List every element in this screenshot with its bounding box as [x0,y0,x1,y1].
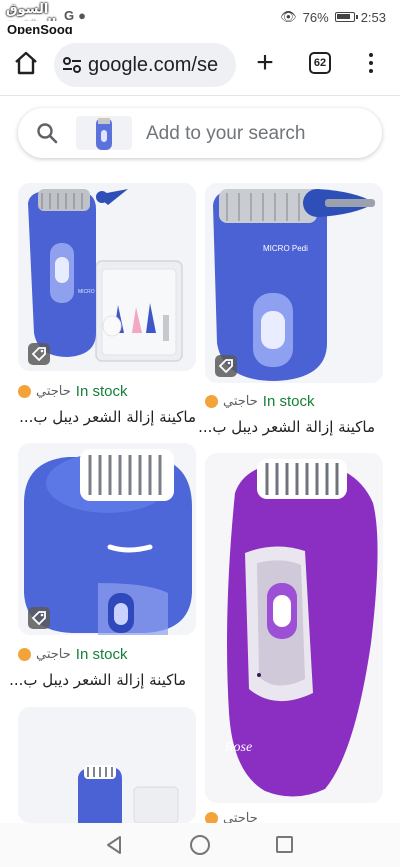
product-image-2[interactable]: MICRO Pedi [205,183,383,383]
svg-text:MICRO: MICRO [78,289,95,295]
merchant-icon [18,385,31,398]
url-text[interactable]: google.com/se [88,54,218,77]
battery-icon [334,12,358,22]
tab-switcher-button[interactable]: 62 [309,52,331,74]
shopping-tag-icon [215,355,237,377]
site-settings-icon[interactable] [62,56,82,74]
new-tab-icon[interactable]: + [252,48,278,78]
search-icon [37,123,58,144]
home-nav-icon[interactable] [190,835,210,855]
search-refine-box[interactable]: Add to your search [18,108,382,158]
eye-comfort-icon: 👁 [280,9,297,24]
product-image-5[interactable] [18,707,196,823]
result-card-1[interactable]: MICRO حاجتي In stock ماكينة إزالة الشعر … [18,183,196,433]
merchant-icon [205,395,218,408]
browser-toolbar: google.com/se + 62 [0,34,400,96]
home-icon[interactable] [12,49,40,77]
merchant-name: حاجتي [36,647,71,662]
stock-status: In stock [262,393,315,410]
product-title[interactable]: ماكينة إزالة الشعر ديبل ب... [19,408,196,426]
system-nav-bar [0,823,400,867]
product-image-4[interactable]: Rose [205,453,383,803]
back-icon[interactable] [105,835,123,855]
stock-status: In stock [75,646,128,663]
shopping-tag-icon [28,343,50,365]
battery-percent: 76% [302,9,329,25]
brand-logo-2: Rose [224,740,252,755]
stock-status: In stock [75,383,128,400]
search-placeholder[interactable]: Add to your search [146,123,305,145]
address-bar[interactable]: google.com/se [54,43,236,87]
result-card-3[interactable]: حاجتي In stock ماكينة إزالة الشعر ديبل ب… [9,443,196,693]
status-right: 👁 76% 2:53 [280,9,386,25]
result-meta-2: حاجتي In stock [205,393,314,410]
more-menu-icon[interactable] [364,50,378,76]
search-thumbnail [76,116,132,150]
recent-apps-icon[interactable] [276,836,293,853]
result-card-2[interactable]: MICRO Pedi حاجتي In stock ماكينة إزالة ا… [198,183,383,443]
clock: 2:53 [360,9,386,25]
product-image-3[interactable] [18,443,196,635]
merchant-name: حاجتي [36,384,71,399]
brand-logo-1: MICRO Pedi [263,244,308,253]
merchant-icon [18,648,31,661]
result-meta-1: حاجتي In stock [18,383,127,400]
toolbar-divider [0,95,400,96]
result-card-4[interactable]: Rose حاجتي [205,453,383,826]
product-title[interactable]: ماكينة إزالة الشعر ديبل ب... [198,418,375,436]
result-meta-3: حاجتي In stock [18,646,127,663]
merchant-name: حاجتي [223,394,258,409]
shopping-tag-icon [28,607,50,629]
result-card-5[interactable] [18,707,196,823]
product-image-1[interactable]: MICRO [18,183,196,371]
product-title[interactable]: ماكينة إزالة الشعر ديبل ب... [9,671,186,689]
